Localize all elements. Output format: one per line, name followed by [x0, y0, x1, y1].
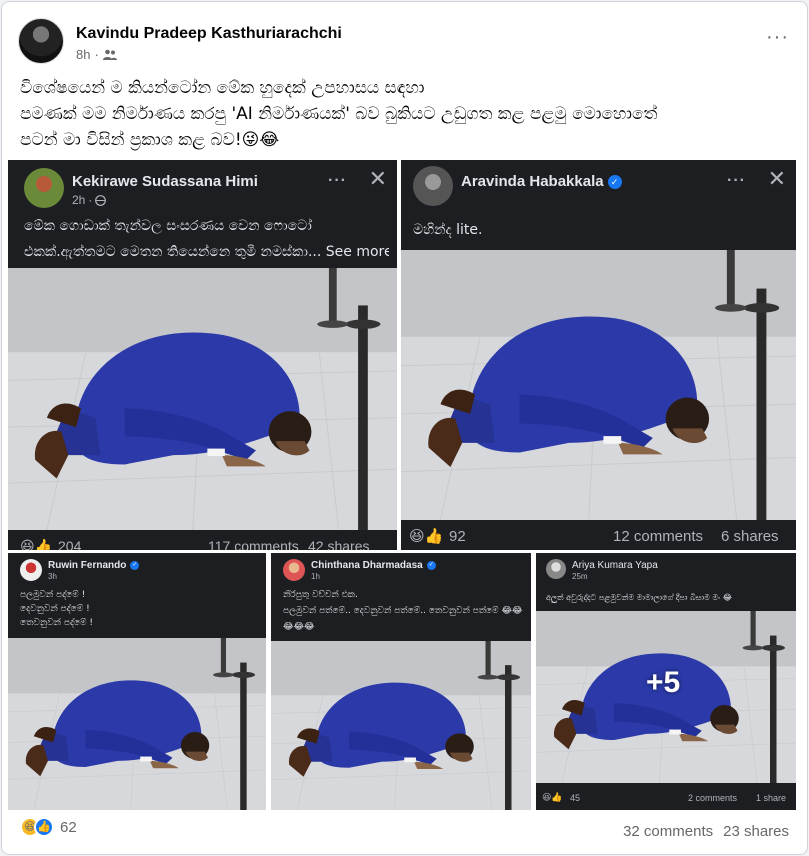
verified-badge-icon: ✓: [130, 560, 140, 570]
photo-tile-3[interactable]: Ruwin Fernando ✓ 3h පලමුවන් පද්මේ ! දෙවනු…: [8, 553, 266, 810]
post-time[interactable]: 8h: [76, 47, 90, 62]
shot-shares: 6 shares: [721, 528, 779, 545]
facebook-post: Kavindu Pradeep Kasthuriarachchi 8h · ··…: [1, 1, 808, 855]
verified-badge-icon: ✓: [607, 175, 622, 190]
shot-text-line: තෙවනුවන් පද්මේ !: [20, 618, 94, 628]
post-text-line: පමණක් මම නිර්මාණය කරපු 'AI නිර්මාණයක්' බ…: [20, 104, 658, 124]
shares-count[interactable]: 23 shares: [723, 823, 789, 840]
shot-text-line: අලුත් අවුරුද්දට පළමුවන්ම මාමාලාගේ දීපා බ…: [546, 593, 733, 602]
post-header: Kavindu Pradeep Kasthuriarachchi 8h · ··…: [18, 16, 791, 66]
shot-avatar: [283, 559, 305, 581]
shot-text-line: මහින්ද lite.: [413, 222, 483, 238]
shot-reaction-icons: 😆👍: [542, 792, 563, 802]
shot-photo: [401, 250, 796, 520]
post-meta: 8h ·: [76, 47, 117, 62]
photo-grid: Kekirawe Sudassana Himi 2h · ··· ✕ මේක ගො…: [8, 160, 803, 810]
shot-text-line: දෙවනුවන් පද්මේ !: [20, 604, 90, 614]
shot-author-name: Aravinda Habakkala ✓: [461, 173, 622, 190]
shot-text-line: මේක ගොඩාක් තැන්වල සංසරණය වෙන ෆොටෝ: [24, 218, 312, 234]
shot-text-line: එකක්.ඇත්තමට මෙතන තියෙන්නෙ තුමී නමස්කා...…: [24, 244, 389, 260]
shot-footer: 😆👍 45 2 comments 1 share: [536, 789, 796, 809]
photo-tile-1[interactable]: Kekirawe Sudassana Himi 2h · ··· ✕ මේක ගො…: [8, 160, 397, 550]
photo-tile-2[interactable]: Aravinda Habakkala ✓ ··· ✕ මහින්ද lite. 😆…: [401, 160, 796, 550]
shot-comments: 2 comments: [688, 793, 738, 803]
shot-avatar: [24, 168, 64, 208]
photo-tile-5[interactable]: Ariya Kumara Yapa 25m අලුත් අවුරුද්දට පළ…: [536, 553, 796, 810]
shot-shares: 1 share: [756, 793, 787, 803]
shot-footer: 😆👍 204 117 comments 42 shares: [8, 538, 397, 550]
shot-author-name: Ruwin Fernando ✓: [48, 560, 140, 571]
friends-icon: [102, 49, 117, 60]
shot-photo: [271, 641, 531, 810]
post-text-line: පටන් මා විසින් ප්‍රකාශ කළ බව!😜😂: [20, 130, 280, 150]
shot-more-icon: ···: [328, 172, 347, 189]
globe-icon: [95, 194, 107, 206]
shot-time: 1h: [311, 572, 320, 581]
post-text-line: විශේෂයෙන් ම කියන්ටෝන මේක හුදෙක් උපහාසය ස…: [20, 78, 425, 98]
shot-avatar: [413, 166, 453, 206]
shot-time: 3h: [48, 572, 57, 581]
post-footer: 😆 👍 62 32 comments 23 shares: [20, 817, 789, 847]
post-text: විශේෂයෙන් ම කියන්ටෝන මේක හුදෙක් උපහාසය ස…: [20, 75, 790, 153]
photo-tile-4[interactable]: Chinthana Dharmadasa ✓ 1h නිරිපුතු වච්චන්…: [271, 553, 531, 810]
author-name[interactable]: Kavindu Pradeep Kasthuriarachchi: [76, 25, 342, 43]
more-photos-count[interactable]: +5: [646, 666, 680, 700]
shot-reaction-count: 92: [449, 528, 466, 545]
shot-more-icon: ···: [727, 172, 746, 189]
shot-comments: 117 comments: [208, 538, 299, 550]
verified-badge-icon: ✓: [426, 560, 436, 570]
post-reactions[interactable]: 😆 👍 62: [20, 817, 77, 837]
reaction-count: 62: [60, 818, 77, 836]
shot-time: 25m: [572, 572, 588, 581]
shot-reaction-icons: 😆👍: [20, 538, 53, 550]
shot-author-name: Kekirawe Sudassana Himi: [72, 173, 258, 190]
shot-time: 2h ·: [72, 193, 107, 207]
shot-avatar: [546, 559, 566, 579]
shot-reaction-icons: 😆👍: [409, 528, 444, 545]
shot-text-line: 😂😂😂: [283, 622, 315, 632]
shot-shares: 42 shares: [308, 538, 370, 550]
shot-reaction-count: 45: [570, 793, 581, 803]
shot-avatar: [20, 559, 42, 581]
shot-photo: +5: [536, 611, 796, 783]
shot-text-line: පලමුවන් පත්මේ.. දෙවනුවන් පත්මේ.. තෙවනුවන…: [283, 606, 523, 616]
shot-text-line: නිරිපුතු වච්චන් එක.: [283, 590, 358, 600]
shot-text-line: පලමුවන් පද්මේ !: [20, 590, 86, 600]
shot-footer: 😆👍 92 12 comments 6 shares: [401, 520, 796, 550]
post-stats: 32 comments 23 shares: [623, 823, 789, 840]
shot-close-icon: ✕: [767, 166, 786, 191]
like-reaction-icon: 👍: [34, 817, 54, 837]
shot-close-icon: ✕: [368, 166, 387, 191]
shot-author-name: Chinthana Dharmadasa ✓: [311, 560, 436, 571]
more-options-icon[interactable]: ···: [766, 27, 789, 47]
shot-author-name: Ariya Kumara Yapa: [572, 560, 658, 571]
author-avatar[interactable]: [18, 18, 64, 64]
shot-photo: [8, 638, 266, 810]
comments-count[interactable]: 32 comments: [623, 823, 713, 840]
shot-comments: 12 comments: [613, 528, 704, 545]
shot-photo: [8, 268, 397, 530]
shot-reaction-count: 204: [58, 538, 82, 550]
